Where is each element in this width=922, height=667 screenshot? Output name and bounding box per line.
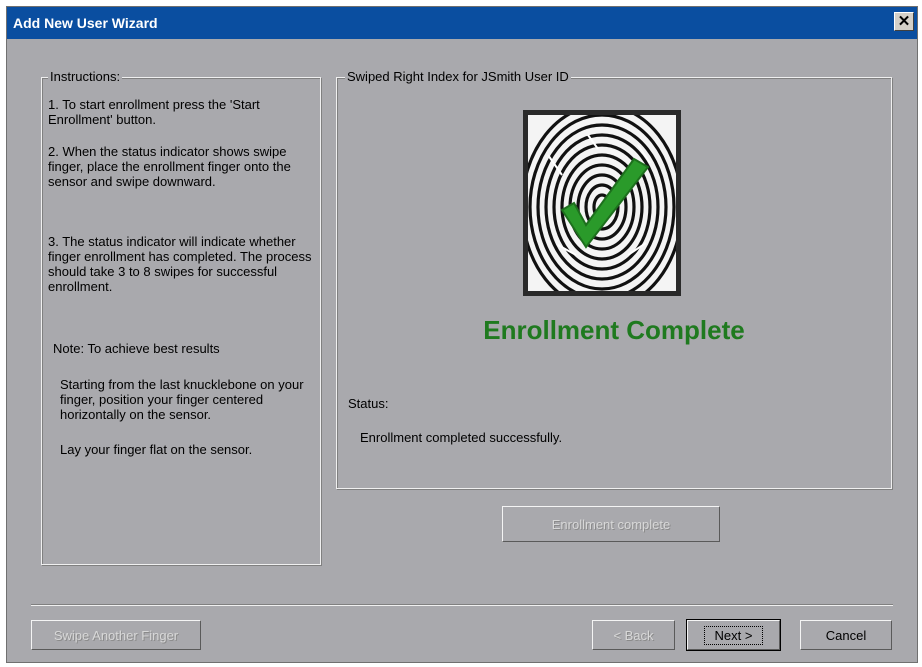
wizard-window: Add New User Wizard ✕ Instructions: 1. T… xyxy=(6,6,918,663)
next-label: Next > xyxy=(703,625,764,645)
title-bar[interactable]: Add New User Wizard ✕ xyxy=(7,7,917,39)
swipe-another-finger-button[interactable]: Swipe Another Finger xyxy=(31,620,201,650)
instructions-group: Instructions: 1. To start enrollment pre… xyxy=(41,69,321,565)
fingerprint-checkmark-icon xyxy=(528,115,676,291)
instruction-note: Note: To achieve best results xyxy=(53,341,220,356)
close-button[interactable]: ✕ xyxy=(894,12,914,31)
cancel-button[interactable]: Cancel xyxy=(800,620,892,650)
instruction-tip-1: Starting from the last knucklebone on yo… xyxy=(60,377,304,422)
cancel-label: Cancel xyxy=(825,627,867,643)
close-icon: ✕ xyxy=(897,13,911,30)
back-button[interactable]: < Back xyxy=(592,620,675,650)
enrollment-heading: Enrollment Complete xyxy=(483,315,745,345)
footer-separator xyxy=(31,604,893,606)
swipe-another-finger-label: Swipe Another Finger xyxy=(53,627,179,643)
enrollment-group: Swiped Right Index for JSmith User ID En… xyxy=(336,69,892,489)
instruction-step-3: 3. The status indicator will indicate wh… xyxy=(48,234,312,294)
enrollment-complete-button[interactable]: Enrollment complete xyxy=(502,506,720,542)
status-text: Enrollment completed successfully. xyxy=(360,430,563,445)
instruction-step-1: 1. To start enrollment press the 'Start … xyxy=(48,97,260,127)
fingerprint-image xyxy=(523,110,681,296)
instruction-tip-2: Lay your finger flat on the sensor. xyxy=(60,442,253,457)
instructions-legend: Instructions: xyxy=(48,69,123,84)
back-label: < Back xyxy=(613,627,654,643)
instruction-step-2: 2. When the status indicator shows swipe… xyxy=(48,144,291,189)
next-button[interactable]: Next > xyxy=(686,619,781,651)
enrollment-legend: Swiped Right Index for JSmith User ID xyxy=(345,69,571,84)
window-title: Add New User Wizard xyxy=(13,15,158,31)
status-label: Status: xyxy=(348,396,389,411)
enrollment-complete-label: Enrollment complete xyxy=(551,516,671,532)
